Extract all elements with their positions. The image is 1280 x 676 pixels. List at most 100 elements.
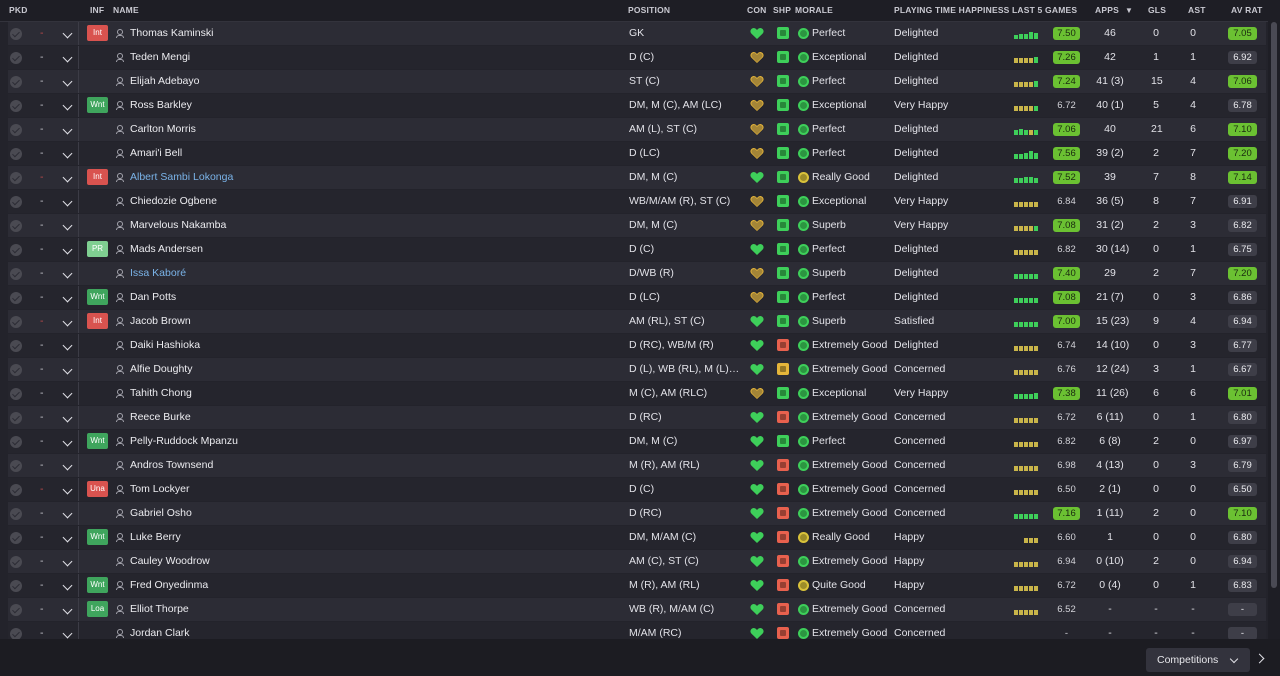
table-row[interactable]: - Wnt Luke Berry DM, M/AM (C) Really Good Hap… (8, 526, 1266, 549)
player-name[interactable]: Jordan Clark (130, 622, 190, 639)
chevron-down-icon[interactable] (62, 604, 73, 615)
header-apps[interactable]: APPS (1095, 0, 1119, 21)
player-name[interactable]: Fred Onyedinma (130, 574, 208, 597)
pick-check-icon[interactable] (10, 172, 22, 184)
pick-check-icon[interactable] (10, 244, 22, 256)
table-row[interactable]: - Marvelous Nakamba DM, M (C) Superb Very Ha… (8, 214, 1266, 237)
selection-value[interactable]: - (40, 502, 44, 525)
selection-value[interactable]: - (40, 406, 44, 429)
table-row[interactable]: - Loa Elliot Thorpe WB (R), M/AM (C) Extreme… (8, 598, 1266, 621)
player-name[interactable]: Dan Potts (130, 286, 176, 309)
table-row[interactable]: - Int Albert Sambi Lokonga DM, M (C) Really … (8, 166, 1266, 189)
player-name[interactable]: Teden Mengi (130, 46, 190, 69)
player-name[interactable]: Thomas Kaminski (130, 22, 213, 45)
header-playing-time[interactable]: PLAYING TIME HAPPINESS (894, 0, 1010, 21)
pick-check-icon[interactable] (10, 508, 22, 520)
pick-check-icon[interactable] (10, 460, 22, 472)
header-shp[interactable]: SHP (773, 0, 791, 21)
header-con[interactable]: CON (747, 0, 767, 21)
info-badge[interactable]: PR (87, 241, 108, 257)
header-pkd[interactable]: PKD (9, 0, 28, 21)
pick-check-icon[interactable] (10, 196, 22, 208)
pick-check-icon[interactable] (10, 484, 22, 496)
selection-value[interactable]: - (40, 118, 44, 141)
table-row[interactable]: - Daiki Hashioka D (RC), WB/M (R) Extremely… (8, 334, 1266, 357)
selection-value[interactable]: - (40, 358, 44, 381)
player-name[interactable]: Amari'i Bell (130, 142, 182, 165)
info-badge[interactable]: Una (87, 481, 108, 497)
info-badge[interactable]: Int (87, 169, 108, 185)
selection-value[interactable]: - (40, 70, 44, 93)
header-name[interactable]: NAME (113, 0, 139, 21)
player-name[interactable]: Daiki Hashioka (130, 334, 200, 357)
pick-check-icon[interactable] (10, 148, 22, 160)
player-name[interactable]: Luke Berry (130, 526, 181, 549)
header-inf[interactable]: INF (90, 0, 104, 21)
selection-value[interactable]: - (40, 238, 44, 261)
player-name[interactable]: Pelly-Ruddock Mpanzu (130, 430, 238, 453)
header-last5[interactable]: LAST 5 GAMES (1012, 0, 1077, 21)
pick-check-icon[interactable] (10, 340, 22, 352)
selection-value[interactable]: - (40, 46, 44, 69)
selection-value[interactable]: - (40, 382, 44, 405)
player-name[interactable]: Tom Lockyer (130, 478, 190, 501)
pick-check-icon[interactable] (10, 628, 22, 639)
chevron-down-icon[interactable] (62, 532, 73, 543)
chevron-down-icon[interactable] (62, 580, 73, 591)
chevron-down-icon[interactable] (62, 340, 73, 351)
pick-check-icon[interactable] (10, 532, 22, 544)
header-ast[interactable]: AST (1188, 0, 1206, 21)
player-name[interactable]: Issa Kaboré (130, 262, 186, 285)
selection-value[interactable]: - (40, 94, 44, 117)
table-row[interactable]: - Una Tom Lockyer D (C) Extremely Good Concer… (8, 478, 1266, 501)
selection-value[interactable]: - (40, 526, 44, 549)
pick-check-icon[interactable] (10, 268, 22, 280)
chevron-down-icon[interactable] (62, 268, 73, 279)
info-badge[interactable]: Wnt (87, 97, 108, 113)
chevron-down-icon[interactable] (62, 388, 73, 399)
selection-value[interactable]: - (40, 574, 44, 597)
table-row[interactable]: - PR Mads Andersen D (C) Perfect Delighted 6.8… (8, 238, 1266, 261)
table-row[interactable]: - Amari'i Bell D (LC) Perfect Delighted 7.56 3… (8, 142, 1266, 165)
chevron-down-icon[interactable] (62, 172, 73, 183)
pick-check-icon[interactable] (10, 124, 22, 136)
player-name[interactable]: Alfie Doughty (130, 358, 192, 381)
table-row[interactable]: - Wnt Fred Onyedinma M (R), AM (RL) Quite Go… (8, 574, 1266, 597)
selection-value[interactable]: - (40, 214, 44, 237)
header-position[interactable]: POSITION (628, 0, 670, 21)
selection-value[interactable]: - (40, 430, 44, 453)
player-name[interactable]: Marvelous Nakamba (130, 214, 226, 237)
selection-value[interactable]: - (40, 550, 44, 573)
info-badge[interactable]: Wnt (87, 289, 108, 305)
chevron-down-icon[interactable] (62, 76, 73, 87)
player-name[interactable]: Gabriel Osho (130, 502, 192, 525)
info-badge[interactable]: Wnt (87, 433, 108, 449)
selection-value[interactable]: - (40, 262, 44, 285)
chevron-down-icon[interactable] (62, 52, 73, 63)
selection-value[interactable]: - (40, 310, 44, 333)
header-morale[interactable]: MORALE (795, 0, 833, 21)
player-name[interactable]: Elijah Adebayo (130, 70, 199, 93)
table-row[interactable]: - Chiedozie Ogbene WB/M/AM (R), ST (C) Exce… (8, 190, 1266, 213)
selection-value[interactable]: - (40, 190, 44, 213)
table-row[interactable]: - Jordan Clark M/AM (RC) Extremely Good Conc… (8, 622, 1266, 639)
table-row[interactable]: - Int Thomas Kaminski GK Perfect Delighted 7.5… (8, 22, 1266, 45)
pick-check-icon[interactable] (10, 220, 22, 232)
player-name[interactable]: Chiedozie Ogbene (130, 190, 217, 213)
selection-value[interactable]: - (40, 454, 44, 477)
chevron-down-icon[interactable] (62, 148, 73, 159)
selection-value[interactable]: - (40, 598, 44, 621)
selection-value[interactable]: - (40, 286, 44, 309)
chevron-down-icon[interactable] (62, 460, 73, 471)
pick-check-icon[interactable] (10, 388, 22, 400)
chevron-down-icon[interactable] (62, 124, 73, 135)
pick-check-icon[interactable] (10, 52, 22, 64)
info-badge[interactable]: Loa (87, 601, 108, 617)
player-name[interactable]: Reece Burke (130, 406, 191, 429)
pick-check-icon[interactable] (10, 316, 22, 328)
header-gls[interactable]: GLS (1148, 0, 1166, 21)
pick-check-icon[interactable] (10, 556, 22, 568)
table-row[interactable]: - Tahith Chong M (C), AM (RLC) Exceptional V… (8, 382, 1266, 405)
chevron-down-icon[interactable] (62, 28, 73, 39)
selection-value[interactable]: - (40, 22, 44, 45)
